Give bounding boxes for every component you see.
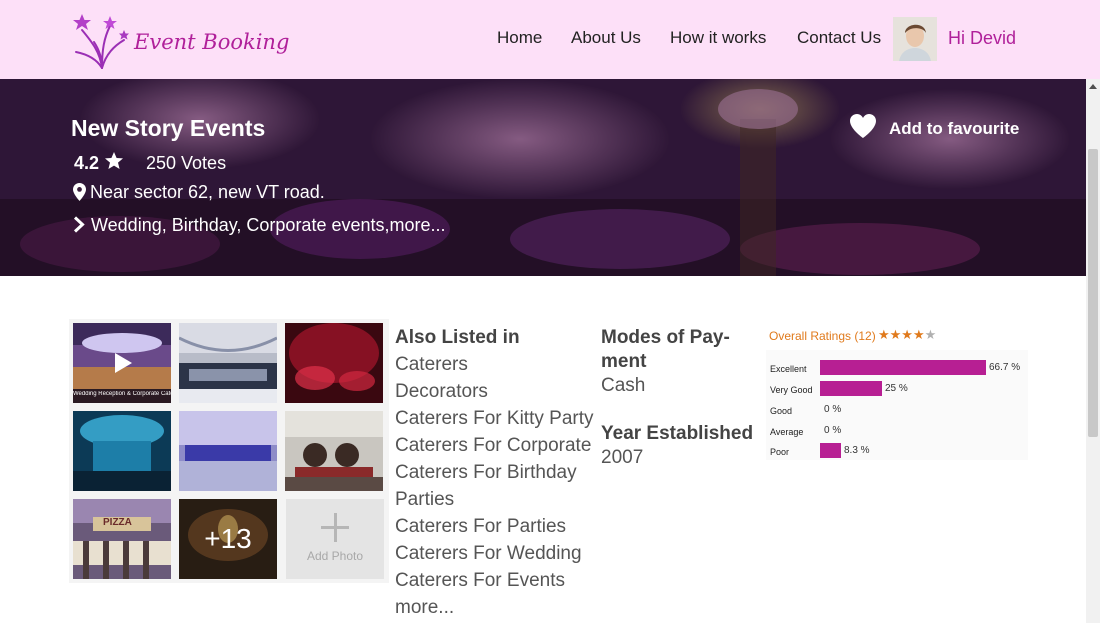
scrollbar-thumb[interactable] (1088, 149, 1098, 437)
rating-label: Excellent (770, 364, 807, 374)
also-listed-title: Also Listed in (395, 327, 520, 348)
list-item[interactable]: Caterers For Corporate (395, 435, 591, 457)
rating-label: Good (770, 406, 793, 416)
rating-bar (820, 381, 882, 396)
rating-bar (820, 360, 986, 375)
list-item[interactable]: Caterers For Events (395, 570, 565, 592)
venue-address: Near sector 62, new VT road. (90, 182, 325, 202)
user-greeting[interactable]: Hi Devid (948, 28, 1016, 49)
site-header: Event Booking Home About Us How it works… (0, 0, 1100, 79)
payment-mode: Cash (601, 375, 646, 396)
gallery-photo[interactable] (179, 323, 277, 403)
rating-percent: 0 % (824, 425, 842, 436)
venue-name: New Story Events (71, 115, 266, 141)
scroll-up-arrow-icon[interactable] (1086, 79, 1100, 95)
fireworks-logo-icon (73, 14, 129, 69)
gallery-photo[interactable]: PIZZA (73, 499, 171, 579)
gallery-more-photos[interactable]: +13 (179, 499, 277, 579)
gallery-photo[interactable] (285, 411, 383, 491)
gallery-photo[interactable] (73, 411, 171, 491)
avatar[interactable] (893, 17, 937, 61)
nav-contact-us[interactable]: Contact Us (797, 28, 881, 48)
nav-how-it-works[interactable]: How it works (670, 28, 766, 48)
rating-percent: 0 % (824, 404, 842, 415)
hero-overlay (0, 79, 1086, 276)
heart-icon[interactable] (849, 113, 877, 139)
brand-name: Event Booking (134, 30, 290, 54)
venue-categories[interactable]: Wedding, Birthday, Corporate events,more… (91, 215, 446, 236)
rating-percent: 66.7 % (989, 362, 1021, 373)
rating-label: Average (770, 427, 804, 437)
add-photo-button[interactable]: Add Photo (286, 499, 384, 579)
chevron-right-icon (73, 216, 85, 233)
payment-title-line1: Modes of Pay- (601, 327, 730, 348)
year-established-title: Year Established (601, 423, 754, 444)
star-icon (105, 152, 123, 169)
photo-caption: Wedding Reception & Corporate Catering (73, 391, 171, 397)
list-item[interactable]: Caterers For Kitty Party (395, 408, 594, 430)
map-pin-icon (73, 183, 86, 201)
overall-ratings-label: Overall Ratings (12) (769, 329, 876, 343)
also-listed-more-link[interactable]: more... (395, 597, 454, 619)
rating-label: Poor (770, 447, 790, 457)
nav-home[interactable]: Home (497, 28, 542, 48)
pizza-sign: PIZZA (103, 517, 132, 528)
gallery-photo[interactable] (285, 323, 383, 403)
list-item[interactable]: Caterers (395, 354, 468, 376)
venue-votes: 250 Votes (146, 153, 227, 173)
more-photos-count: +13 (179, 499, 277, 579)
gallery-photo[interactable]: Wedding Reception & Corporate Catering (73, 323, 171, 403)
list-item[interactable]: Parties (395, 489, 454, 511)
list-item[interactable]: Caterers For Parties (395, 516, 566, 538)
overall-ratings-stars: ★★★★★ (878, 327, 937, 342)
play-icon[interactable] (113, 352, 133, 374)
add-to-favourite-button[interactable]: Add to favourite (889, 119, 1019, 139)
page-scrollbar[interactable] (1086, 79, 1100, 623)
year-established-value: 2007 (601, 447, 644, 468)
brand-logo[interactable]: Event Booking (72, 12, 289, 70)
add-photo-label: Add Photo (306, 549, 364, 563)
list-item[interactable]: Decorators (395, 381, 488, 403)
list-item[interactable]: Caterers For Wedding (395, 543, 582, 565)
rating-percent: 8.3 % (844, 445, 870, 456)
payment-title-line2: ment (601, 351, 647, 372)
rating-percent: 25 % (885, 383, 908, 394)
gallery-photo[interactable] (179, 411, 277, 491)
list-item[interactable]: Caterers For Birthday (395, 462, 577, 484)
venue-hero: New Story Events 4.2 250 Votes Near sect… (0, 79, 1086, 276)
rating-label: Very Good (770, 385, 813, 395)
nav-about-us[interactable]: About Us (571, 28, 641, 48)
venue-rating: 4.2 (74, 153, 100, 173)
rating-bar (820, 443, 841, 458)
